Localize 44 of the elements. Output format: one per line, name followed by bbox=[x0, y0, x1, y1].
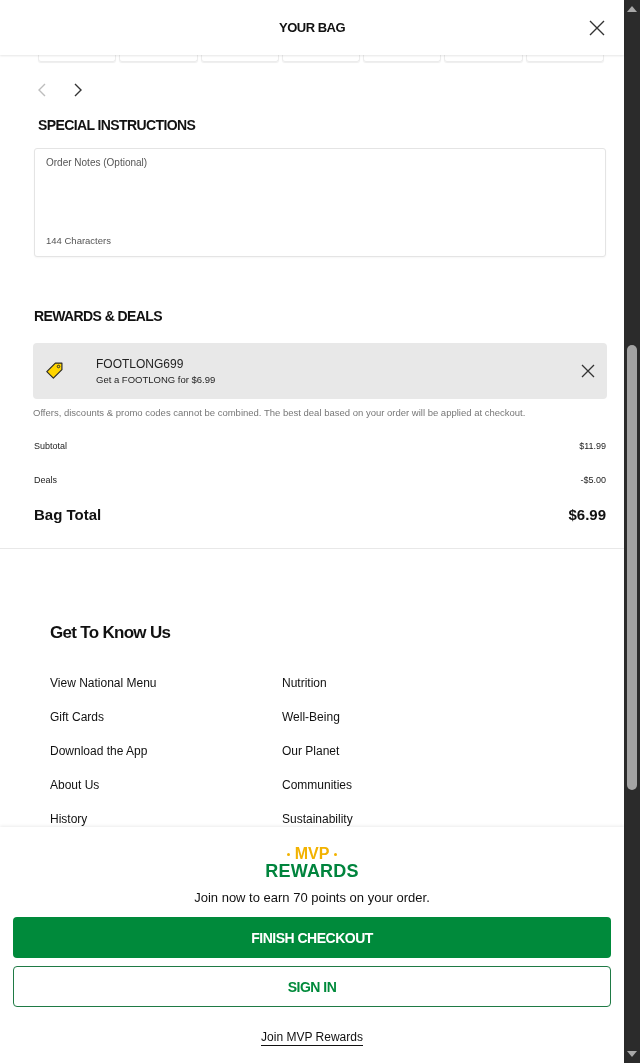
tag-icon bbox=[45, 362, 63, 380]
scrollbar-track[interactable] bbox=[624, 0, 640, 1063]
chevron-left-icon bbox=[36, 82, 48, 98]
footer-link[interactable]: Communities bbox=[282, 777, 353, 793]
footer-link[interactable]: Sustainability bbox=[282, 811, 353, 827]
logo-text: REWARDS bbox=[265, 862, 359, 880]
summary-label: Deals bbox=[34, 474, 57, 487]
dot-icon bbox=[286, 852, 290, 856]
remove-deal-button[interactable] bbox=[581, 364, 595, 378]
section-heading: SPECIAL INSTRUCTIONS bbox=[38, 116, 196, 134]
chevron-right-icon bbox=[72, 82, 84, 98]
footer-link[interactable]: About Us bbox=[50, 777, 100, 793]
character-counter: 144 Characters bbox=[46, 235, 111, 247]
bag-total-label: Bag Total bbox=[34, 505, 102, 525]
join-rewards-link[interactable]: Join MVP Rewards bbox=[261, 1030, 363, 1046]
footer-link[interactable]: Well-Being bbox=[282, 709, 340, 725]
deal-code: FOOTLONG699 bbox=[96, 356, 184, 372]
bag-total-value: $6.99 bbox=[568, 505, 606, 525]
close-icon bbox=[581, 364, 595, 378]
close-button[interactable] bbox=[589, 19, 605, 36]
finish-checkout-button[interactable]: FINISH CHECKOUT bbox=[13, 917, 611, 958]
next-button[interactable] bbox=[72, 82, 84, 98]
footer-link[interactable]: Nutrition bbox=[282, 675, 327, 691]
summary-value: -$5.00 bbox=[580, 474, 606, 487]
sign-in-button[interactable]: SIGN IN bbox=[13, 966, 611, 1007]
footer-link[interactable]: History bbox=[50, 811, 88, 827]
footer-link[interactable]: Download the App bbox=[50, 743, 148, 759]
bag-title: YOUR BAG bbox=[278, 19, 346, 36]
scroll-up-icon[interactable] bbox=[627, 6, 637, 12]
summary-label: Subtotal bbox=[34, 440, 68, 453]
deal-description: Get a FOOTLONG for $6.99 bbox=[96, 373, 216, 386]
footer-link[interactable]: Gift Cards bbox=[50, 709, 104, 725]
scroll-down-icon[interactable] bbox=[627, 1051, 637, 1057]
deals-disclaimer: Offers, discounts & promo codes cannot be combined. The best deal based on your order will be applied at checkout. bbox=[33, 407, 526, 419]
logo-text: MVP bbox=[294, 846, 330, 862]
footer-heading: Get To Know Us bbox=[50, 622, 171, 644]
summary-value: $11.99 bbox=[579, 440, 606, 453]
close-icon bbox=[589, 19, 605, 36]
dot-icon bbox=[334, 852, 338, 856]
footer-link[interactable]: View National Menu bbox=[50, 675, 157, 691]
scrollbar-thumb[interactable] bbox=[627, 345, 637, 790]
rewards-message: Join now to earn 70 points on your order. bbox=[194, 890, 430, 906]
footer-link[interactable]: Our Planet bbox=[282, 743, 340, 759]
section-heading: REWARDS & DEALS bbox=[34, 307, 162, 325]
